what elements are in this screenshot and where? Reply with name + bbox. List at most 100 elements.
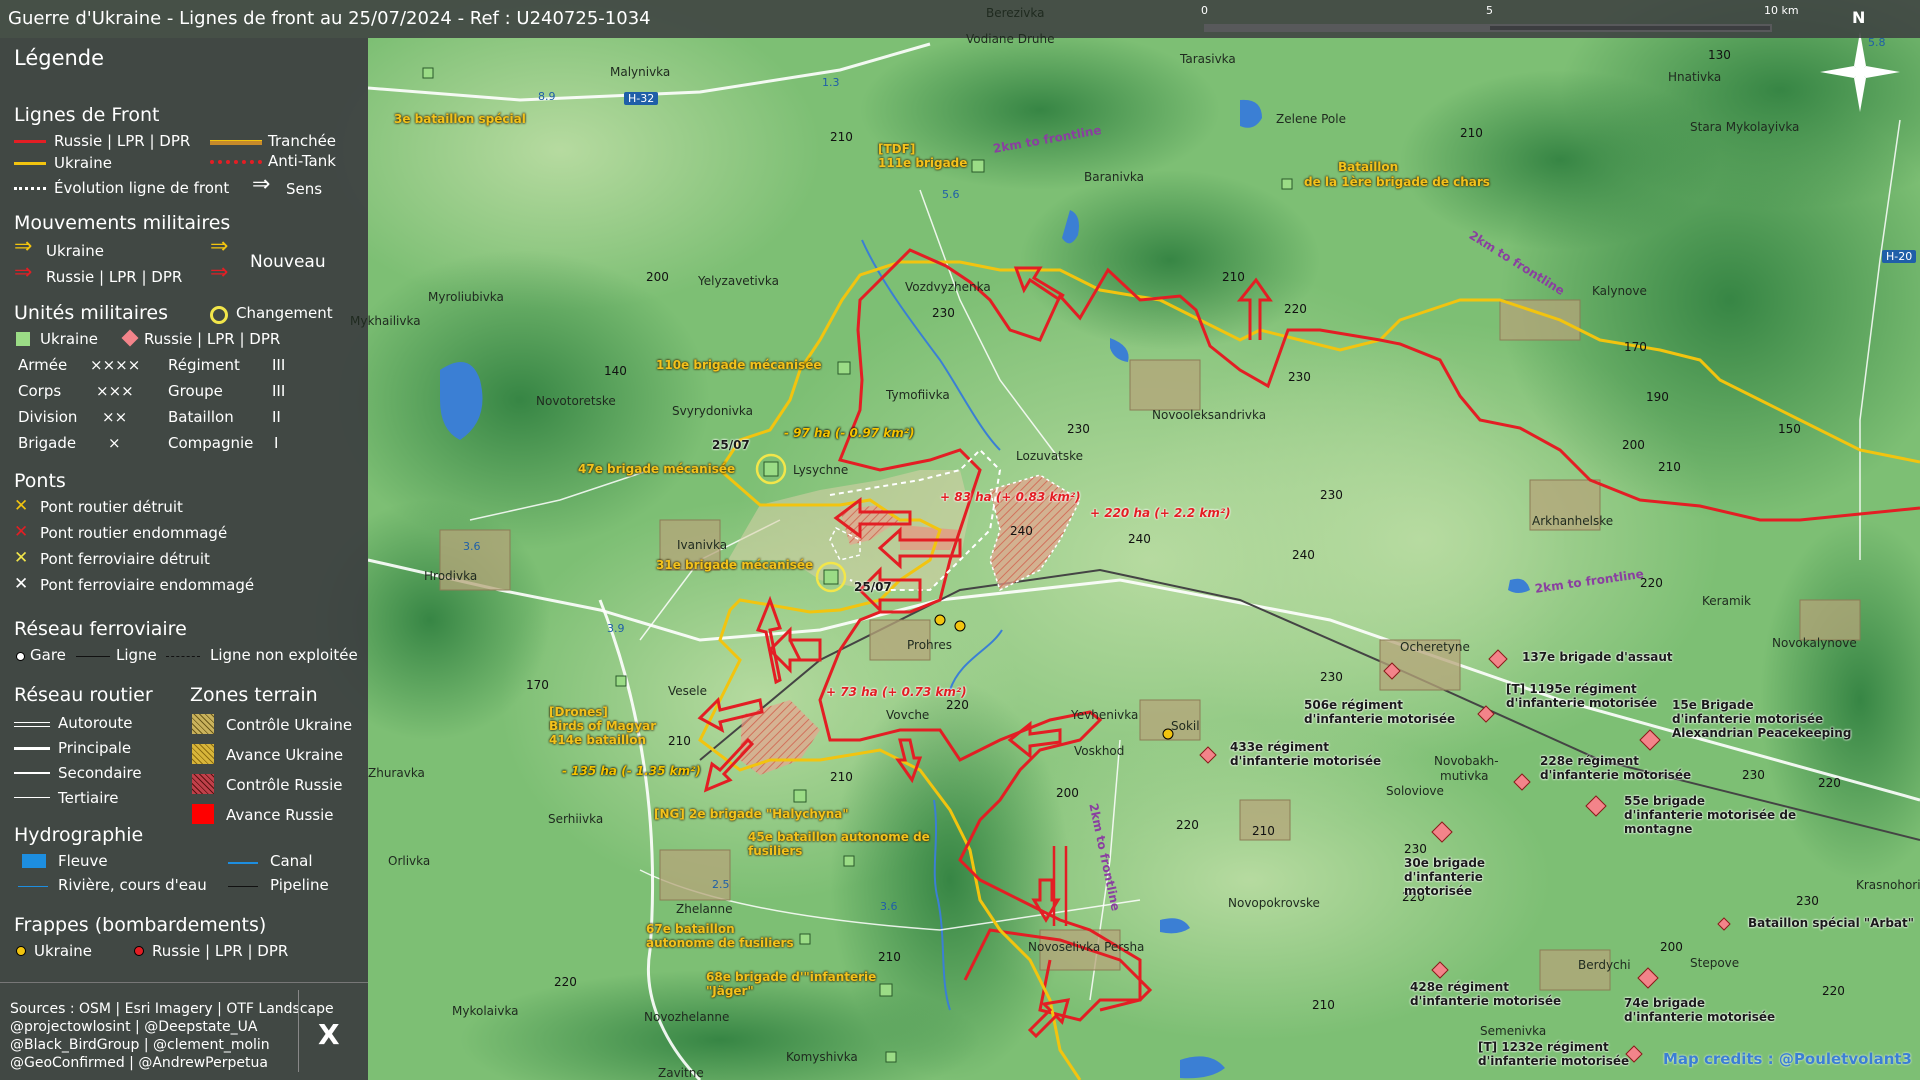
russia-unit-label: motorisée xyxy=(1404,884,1473,898)
road-shield: H-20 xyxy=(1882,250,1917,263)
roads-heading: Réseau routier xyxy=(14,684,153,706)
evolution-line-swatch xyxy=(14,187,46,190)
place-label: Malynivka xyxy=(610,65,671,79)
ukraine-unit-label: autonome de fusiliers xyxy=(646,936,794,950)
place-label: Lysychne xyxy=(793,463,849,477)
ukraine-unit-label: de la 1ère brigade de chars xyxy=(1304,175,1490,189)
highway-swatch xyxy=(14,722,50,727)
russia-unit-label: d'infanterie motorisée xyxy=(1478,1054,1630,1068)
change-circle-icon xyxy=(210,306,228,324)
zone-advance-russia-label: Avance Russie xyxy=(226,806,334,824)
place-label: Arkhanhelske xyxy=(1532,514,1614,528)
trench-swatch xyxy=(210,140,262,145)
place-label: Komyshivka xyxy=(786,1050,858,1064)
rail-unused-swatch xyxy=(166,656,200,657)
ukraine-unit-label: "Jäger" xyxy=(706,984,754,998)
place-label: Stepove xyxy=(1690,956,1740,970)
pipeline-swatch xyxy=(228,886,258,887)
antitank-label: Anti-Tank xyxy=(268,152,336,170)
unit-size-battalion-symbol: II xyxy=(272,408,281,426)
front-ukraine-label: Ukraine xyxy=(54,154,112,172)
units-russia-label: Russie | LPR | DPR xyxy=(144,330,281,348)
russia-unit-label: d'infanterie motorisée xyxy=(1410,994,1562,1008)
elevation-label: 200 xyxy=(1056,786,1079,800)
rail-unused-label: Ligne non exploitée xyxy=(210,646,358,664)
russia-unit-label: 15e Brigade xyxy=(1672,698,1754,712)
secondary-road-swatch xyxy=(14,772,50,774)
unit-size-corps: Corps xyxy=(18,382,62,400)
area-gain-annotation: + 73 ha (+ 0.73 km²) xyxy=(826,685,967,699)
ukraine-unit-label: Bataillon xyxy=(1338,160,1399,174)
title-bar: Guerre d'Ukraine - Lignes de front au 25… xyxy=(0,0,1920,38)
distance-label: 2.5 xyxy=(712,878,730,891)
movements-heading: Mouvements militaires xyxy=(14,212,231,234)
place-label: Novooleksandrivka xyxy=(1152,408,1267,422)
elevation-label: 230 xyxy=(1320,670,1343,684)
new-ukraine-arrow-icon: ⇒ xyxy=(210,234,229,259)
elevation-label: 210 xyxy=(878,950,901,964)
ukraine-unit-label: 47e brigade mécanisée xyxy=(578,462,736,476)
russia-unit-label: d'infanterie xyxy=(1404,870,1483,884)
strikes-ukraine-label: Ukraine xyxy=(34,942,92,960)
elevation-label: 230 xyxy=(1288,370,1311,384)
place-label: Solovіove xyxy=(1386,784,1444,798)
place-label: Zelene Pole xyxy=(1276,112,1346,126)
place-label: Kalynove xyxy=(1592,284,1647,298)
sources-line: Sources : OSM | Esri Imagery | OTF Lands… xyxy=(10,1001,334,1017)
elevation-label: 230 xyxy=(1742,768,1765,782)
distance-label: 8.9 xyxy=(538,90,556,103)
date-label: 25/07 xyxy=(854,580,892,594)
scale-label-5: 5 xyxy=(1486,4,1493,17)
front-lines-heading: Lignes de Front xyxy=(14,104,160,126)
elevation-label: 210 xyxy=(668,734,691,748)
station-dot-icon xyxy=(16,652,25,661)
place-label: Sokil xyxy=(1171,719,1200,733)
bridge-rail-destroyed-label: Pont ferroviaire détruit xyxy=(40,550,210,568)
distance-label: 1.3 xyxy=(822,76,840,89)
rail-heading: Réseau ferroviaire xyxy=(14,618,187,640)
sources-divider xyxy=(0,982,368,983)
distance-label: 3.9 xyxy=(607,622,625,635)
ukraine-unit-label: Birds of Magyar xyxy=(549,719,657,733)
russia-unit-label: d'infanterie motorisée xyxy=(1230,754,1382,768)
place-label: Keramik xyxy=(1702,594,1751,608)
sources-block: Sources : OSM | Esri Imagery | OTF Lands… xyxy=(10,1000,334,1072)
road-bridge-damaged-icon: ✕ xyxy=(14,522,29,542)
russia-unit-label: d'infanterie motorisée xyxy=(1540,768,1692,782)
elevation-label: 220 xyxy=(1818,776,1841,790)
new-russia-arrow-icon: ⇒ xyxy=(210,260,229,285)
river-big-swatch xyxy=(22,854,46,868)
elevation-label: 170 xyxy=(526,678,549,692)
ukraine-unit-label: 45e bataillon autonome de xyxy=(748,830,930,844)
russia-unit-label: 137e brigade d'assaut xyxy=(1522,650,1673,664)
elevation-label: 130 xyxy=(1708,48,1731,62)
rail-bridge-destroyed-icon: ✕ xyxy=(14,548,29,568)
change-label: Changement xyxy=(236,304,333,322)
ukraine-unit-label: fusiliers xyxy=(748,844,803,858)
hydro-river-big-label: Fleuve xyxy=(58,852,108,870)
rail-bridge-damaged-icon: ✕ xyxy=(14,574,29,594)
unit-size-regiment: Régiment xyxy=(168,356,240,374)
russia-unit-label: Alexandrian Peacekeeping xyxy=(1672,726,1852,740)
elevation-label: 220 xyxy=(1176,818,1199,832)
map-title: Guerre d'Ukraine - Lignes de front au 25… xyxy=(8,8,651,29)
place-label: Yevhenivka xyxy=(1071,708,1139,722)
zone-control-ukraine-label: Contrôle Ukraine xyxy=(226,716,353,734)
elevation-label: 240 xyxy=(1292,548,1315,562)
russia-unit-label: 228e régiment xyxy=(1540,754,1640,768)
distance-label: 3.6 xyxy=(463,540,481,553)
ukraine-unit-label: 111e brigade xyxy=(878,156,968,170)
x-logo-icon[interactable]: X xyxy=(318,1018,340,1051)
ukraine-unit-label: 3e bataillon spécial xyxy=(394,112,526,126)
unit-size-army: Armée xyxy=(18,356,68,374)
russia-unit-label: 428e régiment xyxy=(1410,980,1510,994)
place-label: Novozhelanne xyxy=(644,1010,730,1024)
russia-unit-label: Bataillon spécial "Arbat" xyxy=(1748,916,1915,930)
main-road-swatch xyxy=(14,747,50,750)
trench-label: Tranchée xyxy=(268,132,337,150)
elevation-label: 200 xyxy=(1660,940,1683,954)
elevation-label: 220 xyxy=(946,698,969,712)
elevation-label: 210 xyxy=(1312,998,1335,1012)
elevation-label: 230 xyxy=(1067,422,1090,436)
unit-size-army-symbol: ×××× xyxy=(90,356,141,374)
